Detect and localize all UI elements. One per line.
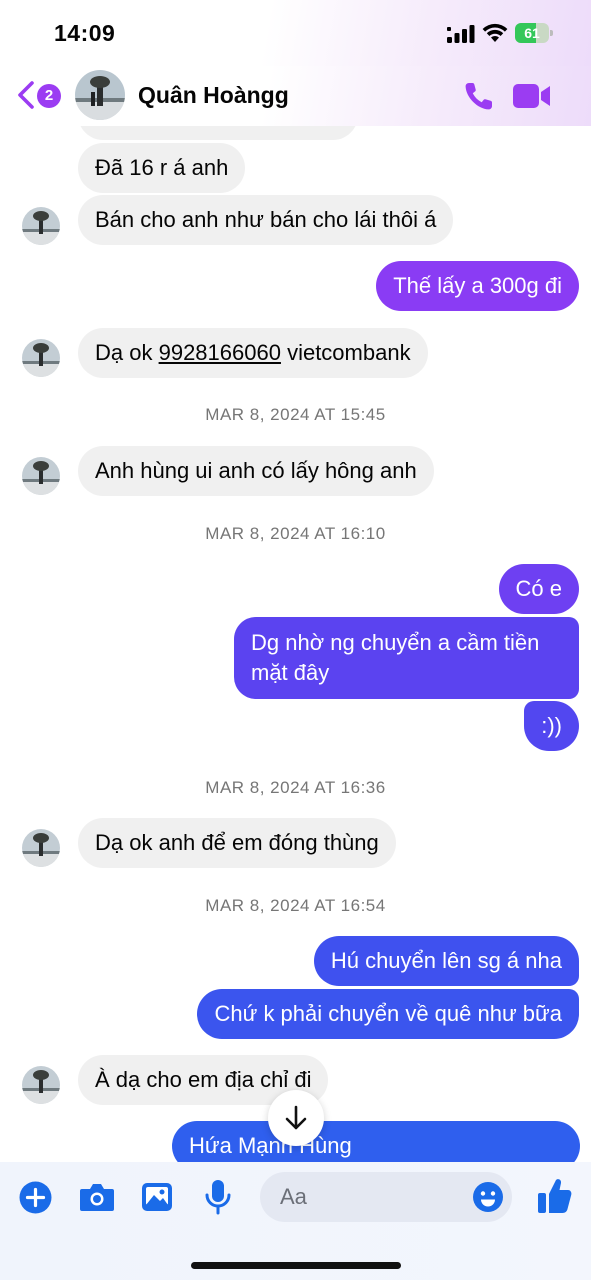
timestamp: MAR 8, 2024 AT 15:45 — [205, 405, 386, 424]
sender-avatar[interactable] — [22, 339, 60, 377]
video-camera-icon[interactable] — [512, 82, 552, 110]
conversation-header: 2 Quân Hoàngg — [0, 66, 591, 126]
message-bubble[interactable]: Dạ ok anh để em đóng thùng — [78, 818, 396, 868]
message-bubble[interactable]: Thế lấy a 300g đi — [376, 261, 579, 311]
message-input-placeholder: Aa — [280, 1184, 307, 1209]
battery-indicator: 61 — [515, 23, 553, 43]
message-list[interactable]: Đã 16 r á anh Bán cho anh như bán cho lá… — [0, 126, 591, 1176]
sender-avatar[interactable] — [22, 829, 60, 867]
scroll-to-bottom-button[interactable] — [268, 1090, 324, 1146]
microphone-icon[interactable] — [205, 1179, 231, 1215]
status-time: 14:09 — [54, 20, 116, 46]
message-bubble-partial[interactable] — [78, 126, 358, 140]
unread-count-badge[interactable]: 2 — [37, 84, 61, 108]
message-text: vietcombank — [280, 340, 411, 365]
plus-circle-icon[interactable] — [19, 1181, 52, 1214]
timestamp: MAR 8, 2024 AT 16:36 — [205, 778, 386, 797]
home-indicator — [191, 1262, 401, 1269]
message-composer: Aa — [0, 1162, 591, 1280]
message-bubble[interactable]: :)) — [524, 701, 579, 751]
smile-icon[interactable] — [472, 1181, 504, 1213]
sender-avatar[interactable] — [22, 207, 60, 245]
cellular-signal-icon — [447, 25, 475, 43]
account-number-link[interactable]: 9928166060 — [159, 340, 281, 365]
message-bubble[interactable]: Hú chuyển lên sg á nha — [313, 936, 579, 986]
sender-avatar[interactable] — [22, 1066, 60, 1104]
chevron-left-icon[interactable] — [16, 80, 36, 110]
contact-name[interactable]: Quân Hoàngg — [138, 82, 289, 109]
message-bubble[interactable]: Có e — [498, 564, 579, 614]
timestamp: MAR 8, 2024 AT 16:54 — [205, 896, 386, 915]
message-bubble[interactable]: Bán cho anh như bán cho lái thôi á — [78, 195, 454, 245]
phone-icon[interactable] — [463, 80, 495, 112]
timestamp: MAR 8, 2024 AT 16:10 — [205, 524, 386, 543]
message-bubble[interactable]: Anh hùng ui anh có lấy hông anh — [78, 446, 434, 496]
arrow-down-icon — [285, 1105, 307, 1130]
status-bar: 14:09 61 — [0, 0, 591, 66]
message-input[interactable]: Aa — [260, 1172, 512, 1222]
battery-level: 61 — [524, 25, 540, 41]
contact-avatar[interactable] — [75, 70, 125, 120]
image-icon[interactable] — [141, 1182, 173, 1212]
message-bubble[interactable]: Chứ k phải chuyển về quê như bữa — [197, 989, 579, 1039]
camera-icon[interactable] — [79, 1182, 115, 1212]
message-text: Dạ ok — [95, 340, 159, 365]
wifi-icon — [482, 23, 508, 42]
message-bubble[interactable]: Dg nhờ ng chuyển a cầm tiền mặt đây — [234, 617, 579, 699]
thumbs-up-icon[interactable] — [537, 1177, 573, 1215]
sender-avatar[interactable] — [22, 457, 60, 495]
message-bubble[interactable]: Đã 16 r á anh — [78, 143, 246, 193]
message-bubble[interactable]: Dạ ok 9928166060 vietcombank — [78, 328, 428, 378]
